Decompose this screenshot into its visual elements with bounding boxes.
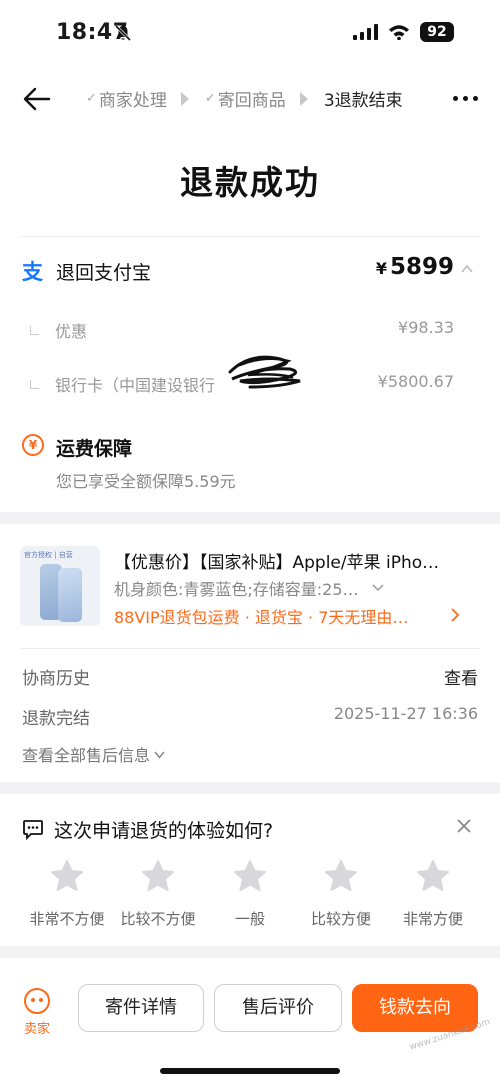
wifi-icon	[389, 25, 409, 40]
rating-label: 一般	[234, 910, 265, 928]
rating-label: 比较方便	[310, 910, 371, 928]
refund-completed-row: 退款完结 2025-11-27 16:36	[22, 704, 478, 729]
shipment-details-button[interactable]: 寄件详情	[78, 984, 204, 1032]
seller-button[interactable]: 卖家	[22, 988, 52, 1037]
star-icon[interactable]	[140, 858, 176, 894]
row-label: 退款完结	[22, 709, 90, 729]
survey-question: 这次申请退货的体验如何?	[54, 820, 274, 842]
tree-corner-icon	[30, 326, 39, 335]
divider	[20, 648, 480, 649]
chevron-right-icon[interactable]	[450, 608, 460, 622]
refund-amount[interactable]: ¥5899	[376, 254, 454, 280]
star-icon[interactable]	[415, 858, 451, 894]
rating-convenient[interactable]: 比较方便	[291, 858, 391, 929]
silent-bell-icon	[114, 24, 132, 42]
seller-label: 卖家	[23, 1022, 50, 1037]
negotiation-history-row[interactable]: 协商历史 查看	[22, 664, 478, 689]
step-return-goods: ✓ 寄回商品	[204, 91, 286, 111]
battery-level: 92	[420, 22, 454, 42]
more-icon[interactable]	[453, 96, 478, 101]
freight-icon: ¥	[22, 434, 44, 456]
view-all-aftersales-link[interactable]: 查看全部售后信息	[22, 742, 165, 766]
chevron-up-icon[interactable]	[460, 262, 474, 276]
step-refund-complete: 3退款结束	[323, 91, 403, 111]
refund-method-label: 退回支付宝	[56, 262, 152, 284]
chat-icon	[23, 820, 43, 840]
product-card[interactable]: 官方授权 | 自营 【优惠价】【国家补贴】Apple/苹果 iPho… 机身颜色…	[0, 524, 500, 782]
rating-inconvenient[interactable]: 比较不方便	[108, 858, 208, 929]
close-icon[interactable]	[456, 818, 472, 834]
chevron-down-icon	[154, 751, 165, 759]
home-indicator[interactable]	[160, 1068, 340, 1074]
rating-label: 非常方便	[402, 910, 463, 928]
step-arrow-icon	[299, 91, 308, 106]
tree-corner-icon	[30, 380, 39, 389]
star-icon[interactable]	[49, 858, 85, 894]
rating-very-inconvenient[interactable]: 非常不方便	[17, 858, 117, 929]
check-icon: ✓	[86, 91, 97, 106]
status-bar: 18:47 92	[0, 0, 500, 66]
product-title[interactable]: 【优惠价】【国家补贴】Apple/苹果 iPho…	[114, 548, 464, 573]
detail-value: ¥98.33	[398, 318, 454, 337]
star-icon[interactable]	[232, 858, 268, 894]
star-icon[interactable]	[323, 858, 359, 894]
check-icon: ✓	[204, 91, 216, 106]
experience-survey: 这次申请退货的体验如何? 非常不方便 比较不方便 一般 比较方便 非常方便	[0, 794, 500, 946]
product-badge: 官方授权 | 自营	[24, 551, 73, 559]
service-tags[interactable]: 88VIP退货包运费 · 退货宝 · 7天无理由…	[114, 604, 464, 628]
divider	[20, 236, 480, 237]
row-label: 协商历史	[22, 669, 90, 689]
product-image[interactable]: 官方授权 | 自营	[20, 546, 100, 626]
phone-image-front	[58, 568, 82, 622]
rating-neutral[interactable]: 一般	[200, 858, 300, 929]
seller-icon	[24, 988, 50, 1014]
refund-amount-value: 5899	[389, 254, 454, 280]
freight-title: 运费保障	[56, 438, 133, 460]
rating-label: 比较不方便	[120, 910, 196, 928]
rating-very-convenient[interactable]: 非常方便	[383, 858, 483, 929]
product-spec[interactable]: 机身颜色:青雾蓝色;存储容量:25…	[114, 576, 394, 600]
step-arrow-icon	[180, 91, 189, 106]
page-title: 退款成功	[180, 163, 320, 202]
completed-timestamp: 2025-11-27 16:36	[333, 704, 478, 723]
nav-bar: ✓ 商家处理 ✓ 寄回商品 3退款结束	[0, 66, 500, 132]
freight-description: 您已享受全额保障5.59元	[56, 472, 236, 491]
refund-card: 退款成功 支 退回支付宝 ¥5899 优惠 ¥98.33 银行卡（中国建设银行 …	[0, 132, 500, 512]
currency-symbol: ¥	[375, 259, 387, 278]
refund-destination-button[interactable]: 钱款去向	[352, 984, 478, 1032]
rating-label: 非常不方便	[29, 910, 105, 928]
aftersales-review-button[interactable]: 售后评价	[214, 984, 342, 1032]
alipay-icon: 支	[22, 260, 43, 284]
progress-steps: ✓ 商家处理 ✓ 寄回商品 3退款结束	[86, 86, 403, 111]
chevron-down-icon[interactable]	[372, 582, 384, 592]
redaction-scribble	[228, 355, 301, 389]
detail-row-discount: 优惠 ¥98.33	[30, 318, 460, 342]
detail-label: 银行卡（中国建设银行	[55, 376, 216, 395]
detail-value: ¥5800.67	[377, 372, 454, 391]
bottom-action-bar: 卖家 寄件详情 售后评价 钱款去向	[0, 958, 500, 1084]
cellular-signal-icon	[353, 24, 378, 40]
step-merchant-processing: ✓ 商家处理	[86, 91, 167, 111]
detail-label: 优惠	[55, 322, 88, 341]
back-arrow-icon[interactable]	[22, 84, 52, 114]
view-link[interactable]: 查看	[444, 664, 478, 689]
